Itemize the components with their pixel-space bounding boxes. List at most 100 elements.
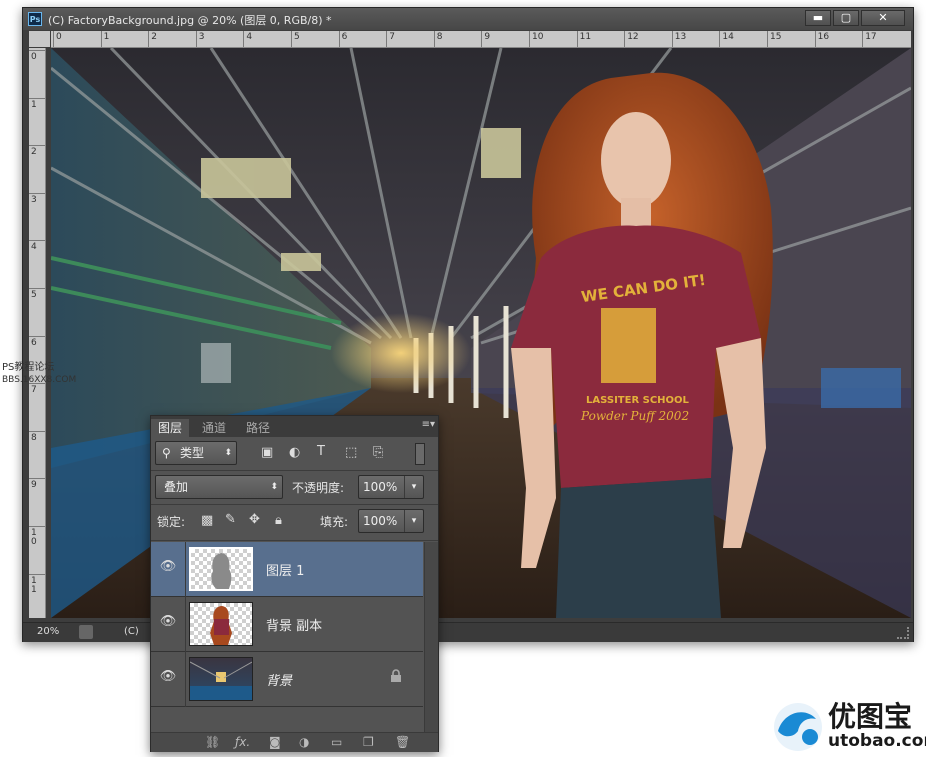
divider [151, 504, 438, 505]
lock-move-icon[interactable]: ✥ [249, 512, 260, 527]
document-title: (C) FactoryBackground.jpg @ 20% (图层 0, R… [48, 14, 332, 27]
close-button[interactable]: ✕ [861, 10, 905, 26]
filter-adjustment-icon[interactable]: ◐ [289, 445, 300, 460]
eye-icon[interactable]: 👁︎ [159, 669, 177, 687]
opacity-field[interactable]: 100% ▾ [358, 475, 424, 499]
ruler-label: 0 [56, 32, 62, 42]
tab-layers[interactable]: 图层 [151, 419, 190, 437]
title-bar[interactable]: Ps (C) FactoryBackground.jpg @ 20% (图层 0… [23, 8, 913, 30]
watermark-line-1: PS教程论坛 [2, 362, 55, 373]
layers-scrollbar[interactable] [424, 542, 438, 734]
filter-toggle[interactable] [415, 443, 425, 465]
ruler-label: 4 [246, 32, 253, 42]
status-doc-info: (C) [124, 626, 139, 637]
blend-mode-dropdown[interactable]: 叠加 ⬍ [155, 475, 283, 499]
adjustment-layer-icon[interactable]: ◑ [299, 735, 309, 749]
filter-pixel-icon[interactable]: ▣ [261, 445, 273, 460]
zoom-level[interactable]: 20% [37, 626, 59, 637]
ruler-origin[interactable] [29, 31, 50, 47]
layer-name[interactable]: 图层 1 [266, 560, 304, 579]
ruler-label: 10 [532, 32, 544, 42]
fill-value: 100% [363, 514, 398, 528]
ruler-label: 4 [31, 242, 37, 253]
vertical-ruler[interactable]: 01234567891011 [29, 48, 46, 618]
eye-icon[interactable]: 👁︎ [159, 614, 177, 632]
ruler-tick [481, 31, 483, 47]
shirt-text-3: Powder Puff 2002 [580, 409, 689, 423]
filter-shape-icon[interactable]: ⬚ [345, 445, 357, 460]
ruler-tick [624, 31, 626, 47]
lock-transparent-icon[interactable]: ▩ [201, 513, 213, 528]
opacity-value: 100% [363, 480, 398, 494]
ruler-tick [195, 31, 197, 47]
ruler-tick [29, 50, 45, 51]
ruler-tick [29, 478, 45, 480]
ruler-label: 3 [31, 194, 37, 205]
link-layers-icon[interactable]: ⛓ [205, 735, 220, 749]
layer-row[interactable]: 👁︎ 图层 1 [151, 542, 423, 597]
new-group-icon[interactable]: ▭ [331, 735, 342, 749]
ruler-tick [243, 31, 245, 47]
photoshop-logo-icon: Ps [28, 12, 42, 26]
updown-icon: ⬍ [270, 482, 278, 492]
ruler-tick [576, 31, 578, 47]
ruler-label: 5 [31, 290, 37, 300]
ruler-label: 11 [579, 32, 592, 42]
add-mask-icon[interactable]: ◙ [269, 735, 281, 749]
watermark-line-2: BBS.16XX8.COM [2, 375, 77, 385]
layer-row[interactable]: 👁︎ 背景 副本 [151, 597, 423, 652]
ruler-label: 2 [151, 32, 157, 42]
resize-grip-icon[interactable] [897, 627, 909, 639]
fx-icon[interactable]: ƒx. [235, 735, 250, 749]
ruler-label: 5 [294, 32, 300, 42]
layer-name[interactable]: 背景 [266, 670, 292, 689]
chevron-down-icon[interactable]: ▾ [404, 510, 423, 532]
lock-all-icon[interactable]: 🔒︎ [275, 513, 282, 528]
ruler-tick [100, 31, 102, 47]
status-info-icon[interactable] [79, 625, 93, 639]
filter-kind-dropdown[interactable]: ⚲ 类型 ⬍ [155, 441, 237, 465]
divider [185, 542, 186, 597]
chevron-down-icon[interactable]: ▾ [404, 476, 423, 498]
ruler-tick [291, 31, 292, 47]
ruler-label: 12 [627, 32, 639, 42]
divider [151, 470, 438, 471]
opacity-label: 不透明度: [292, 481, 345, 495]
layer-name[interactable]: 背景 副本 [266, 615, 322, 634]
ruler-label: 0 [31, 52, 37, 62]
ruler-label: 14 [722, 32, 734, 42]
fill-field[interactable]: 100% ▾ [358, 509, 424, 533]
ruler-tick [671, 31, 673, 47]
panel-menu-icon[interactable]: ≡▾ [422, 419, 435, 430]
watermark-left: PS教程论坛 BBS.16XX8.COM [2, 362, 76, 386]
horizontal-ruler[interactable]: 0 1 2 3 4 5 6 7 8 9 10 11 12 13 14 15 16 17 [51, 31, 911, 48]
divider [185, 597, 186, 652]
ruler-label: 6 [341, 32, 348, 42]
ruler-label: 9 [484, 32, 491, 42]
ruler-label: 17 [865, 32, 877, 42]
shirt-text-2: LASSITER SCHOOL [586, 395, 690, 406]
ruler-tick [386, 31, 388, 47]
maximize-button[interactable]: ▢ [833, 10, 859, 26]
ruler-label: 2 [31, 147, 37, 158]
new-layer-icon[interactable]: ❐ [363, 735, 374, 749]
filter-type-icon[interactable]: T [317, 444, 325, 459]
brand-bird-icon [774, 703, 822, 751]
filter-smartobject-icon[interactable]: ⎘ [373, 445, 383, 460]
ruler-tick [53, 31, 54, 47]
ruler-label: 1 [31, 99, 37, 110]
lock-brush-icon[interactable]: ✎ [225, 512, 236, 527]
ruler-label: 3 [198, 32, 205, 42]
lock-label: 锁定: [157, 515, 186, 529]
trash-icon[interactable]: 🗑︎ [395, 735, 410, 749]
layer-row[interactable]: 👁︎ 背景 [151, 652, 423, 707]
ruler-label: 8 [436, 32, 443, 42]
tab-paths[interactable]: 路径 [239, 419, 277, 437]
tab-channels[interactable]: 通道 [195, 419, 233, 437]
ruler-tick [29, 526, 45, 527]
updown-icon: ⬍ [224, 448, 232, 458]
layer-thumbnail [189, 602, 253, 646]
eye-icon[interactable]: 👁︎ [159, 559, 177, 577]
fill-label: 填充: [320, 515, 349, 529]
minimize-button[interactable]: ▬ [805, 10, 831, 26]
